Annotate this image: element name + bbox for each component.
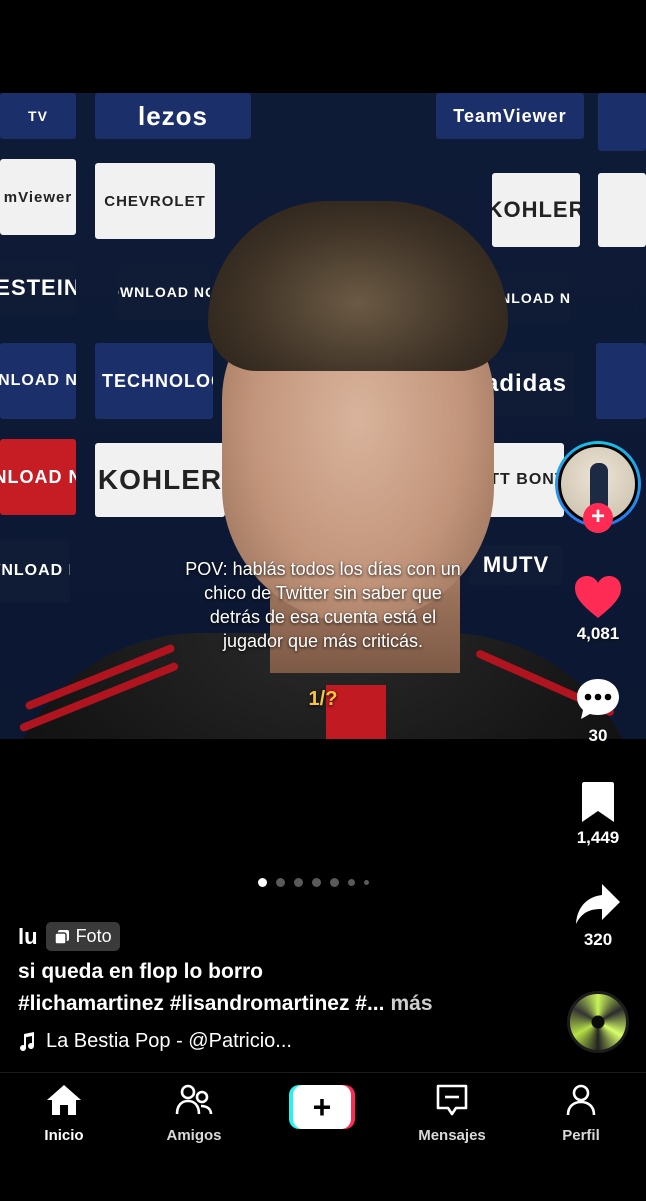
sponsor-logo: ESTEIN <box>0 261 76 315</box>
avatar-figure <box>590 463 608 507</box>
share-count: 320 <box>583 930 613 949</box>
comment-count: 30 <box>588 726 608 745</box>
home-icon <box>47 1085 81 1115</box>
nav-item-inbox[interactable]: Mensajes <box>397 1083 507 1144</box>
pager-dot[interactable] <box>276 877 285 887</box>
sponsor-logo: CHEVROLET <box>95 163 215 239</box>
inbox-icon <box>436 1084 468 1116</box>
like-button[interactable]: 4,081 <box>563 574 633 644</box>
follow-button[interactable]: + <box>583 503 613 533</box>
nav-label-friends: Amigos <box>166 1127 222 1144</box>
music-note-icon <box>20 1031 35 1051</box>
more-link[interactable]: más <box>390 992 432 1015</box>
nav-label-home: Inicio <box>44 1127 84 1144</box>
pager-dot[interactable] <box>330 877 339 887</box>
photo-caption: POV: hablás todos los días con un chico … <box>185 559 461 651</box>
sponsor-logo: mViewer <box>0 159 76 235</box>
bookmark-icon <box>582 782 614 822</box>
photo-type-badge: Foto <box>45 922 120 951</box>
post-hashtags[interactable]: #lichamartinez #lisandromartinez #... más <box>18 992 433 1016</box>
create-button[interactable]: + <box>289 1085 355 1129</box>
photo-icon <box>53 929 69 945</box>
heart-icon <box>575 576 621 618</box>
save-button[interactable]: 1,449 <box>563 780 633 848</box>
sponsor-logo: KOHLER <box>95 443 225 517</box>
pager-dot[interactable] <box>312 877 321 887</box>
share-icon <box>576 884 620 924</box>
sponsor-logo <box>596 343 646 419</box>
photo-type-label: Foto <box>75 926 112 946</box>
nav-label-profile: Perfil <box>562 1127 600 1144</box>
sponsor-logo: DOWNLOAD NOW <box>0 539 70 603</box>
sponsor-logo: TeamViewer <box>436 93 584 139</box>
hashtag-text[interactable]: #lichamartinez #lisandromartinez #... <box>18 992 384 1015</box>
photo-caption-counter: 1/? <box>308 688 338 710</box>
nav-item-friends[interactable]: Amigos <box>139 1083 249 1144</box>
pager-dot[interactable] <box>348 878 355 886</box>
carousel-pager <box>258 876 369 888</box>
plus-icon: + <box>293 1085 351 1129</box>
comment-icon <box>577 679 619 719</box>
nav-label-inbox: Mensajes <box>418 1127 486 1144</box>
pager-dot[interactable] <box>364 879 369 885</box>
friends-icon <box>175 1084 213 1115</box>
post-description: si queda en flop lo borro <box>18 960 264 983</box>
sponsor-logo: KOHLER <box>492 173 580 247</box>
save-count: 1,449 <box>576 828 620 847</box>
author-row: lu Foto <box>18 922 120 951</box>
sponsor-logo: lezos <box>95 93 251 139</box>
sponsor-logo: TV <box>0 93 76 139</box>
music-row[interactable]: La Bestia Pop - @Patricio... <box>18 1030 292 1053</box>
pager-dot[interactable] <box>258 877 267 887</box>
sponsor-logo: OWNLOAD NOW <box>0 439 76 515</box>
nav-item-profile[interactable]: Perfil <box>526 1083 636 1144</box>
sponsor-logo: DOWNLOAD NOW <box>118 265 210 319</box>
profile-icon <box>566 1084 596 1116</box>
sponsor-logo <box>598 173 646 247</box>
like-count: 4,081 <box>576 624 620 643</box>
sponsor-logo: DX TECHNOLOGY <box>95 343 213 419</box>
music-disc[interactable] <box>567 991 629 1053</box>
sponsor-logo: MUTV <box>470 545 562 585</box>
nav-item-home[interactable]: Inicio <box>9 1083 119 1144</box>
sponsor-logo <box>598 93 646 151</box>
share-button[interactable]: 320 <box>563 882 633 950</box>
sponsor-logo: OWNLOAD NOW <box>0 343 76 419</box>
pager-dot[interactable] <box>294 877 303 887</box>
music-title: La Bestia Pop - @Patricio... <box>46 1030 292 1052</box>
bottom-nav: Inicio Amigos + Mensajes Perfil <box>0 1072 646 1201</box>
comment-button[interactable]: 30 <box>563 676 633 746</box>
author-name[interactable]: lu <box>18 924 38 950</box>
